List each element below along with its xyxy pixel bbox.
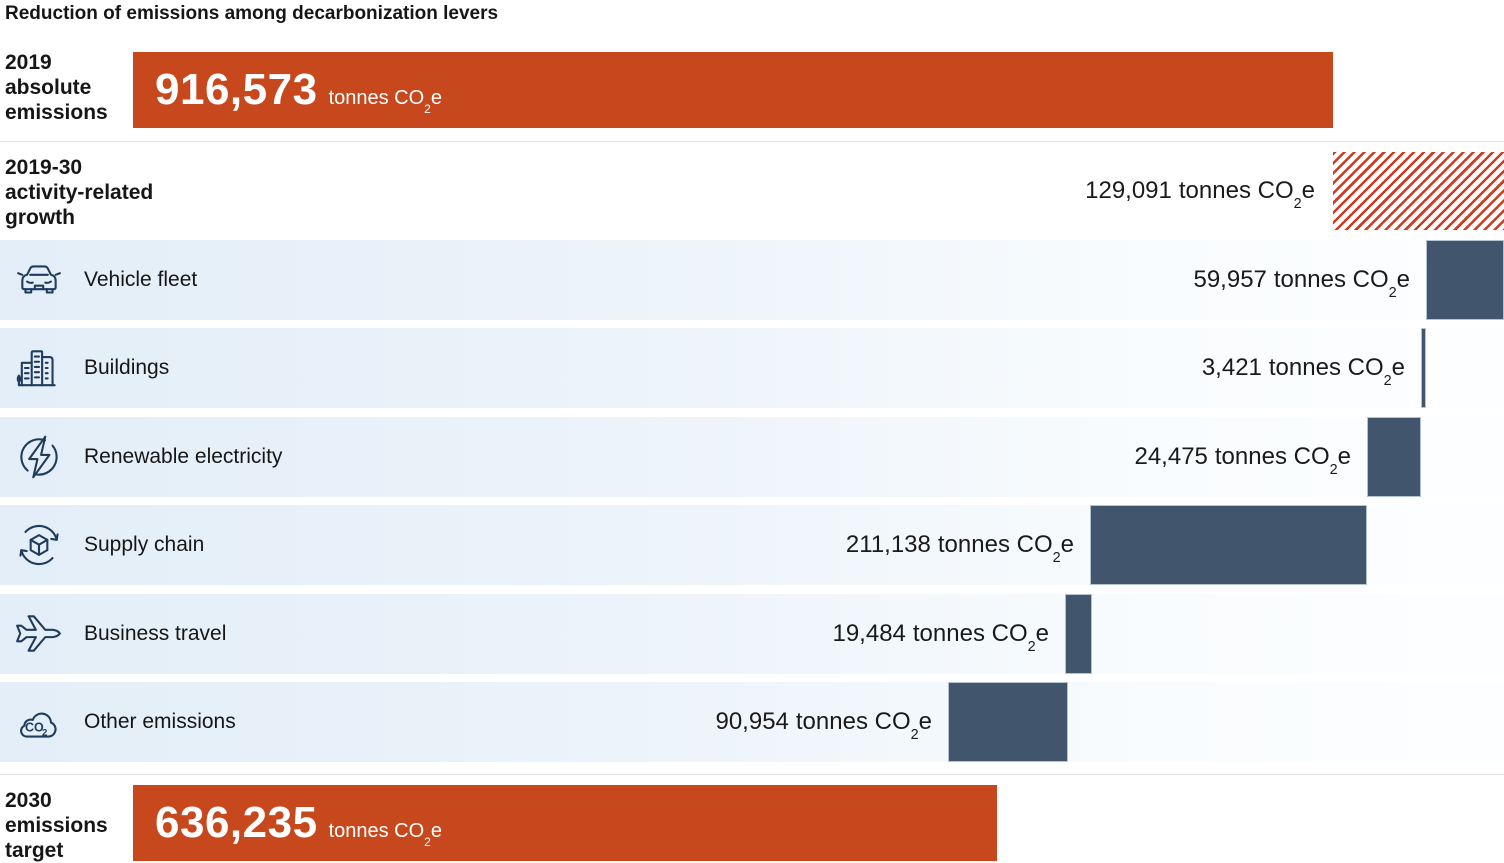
growth-row-label: 2019-30 activity-related growth (5, 155, 153, 230)
start-value: 916,573 (155, 65, 318, 115)
lever-label: Renewable electricity (84, 445, 282, 469)
lever-value: 211,138 tonnes CO2e (846, 505, 1074, 585)
co2-cloud-icon: CO 2 (14, 697, 64, 747)
chart-title: Reduction of emissions among decarboniza… (5, 3, 498, 25)
start-row-label: 2019 absolute emissions (5, 50, 108, 125)
lever-row-supply-chain: Supply chain 211,138 tonnes CO2e (0, 505, 1504, 585)
target-unit: tonnes CO2e (329, 820, 442, 843)
lever-row-business-travel: Business travel 19,484 tonnes CO2e (0, 594, 1504, 674)
vehicle-fleet-bar (1426, 240, 1504, 320)
separator-top (0, 141, 1504, 142)
separator-bottom (0, 774, 1504, 775)
svg-text:2: 2 (42, 728, 47, 738)
lever-row-buildings: Buildings 3,421 tonnes CO2e (0, 328, 1504, 408)
supply-chain-cycle-icon (14, 520, 64, 570)
supply-chain-bar (1090, 505, 1367, 585)
svg-text:CO: CO (25, 720, 44, 734)
buildings-icon (14, 343, 64, 393)
lever-label: Vehicle fleet (84, 268, 197, 292)
lever-label: Other emissions (84, 710, 236, 734)
start-unit: tonnes CO2e (329, 87, 442, 110)
lever-value: 90,954 tonnes CO2e (715, 682, 932, 762)
lever-row-vehicle-fleet: Vehicle fleet 59,957 tonnes CO2e (0, 240, 1504, 320)
growth-hatched-bar (1333, 152, 1504, 230)
start-emissions-bar: 916,573 tonnes CO2e (133, 52, 1333, 128)
airplane-icon (14, 609, 64, 659)
lever-value: 19,484 tonnes CO2e (832, 594, 1049, 674)
growth-value: 129,091 tonnes CO2e (1085, 152, 1315, 230)
renewable-electricity-bar (1367, 417, 1421, 497)
lever-value: 59,957 tonnes CO2e (1193, 240, 1410, 320)
lever-value: 24,475 tonnes CO2e (1134, 417, 1351, 497)
end-row-label: 2030 emissions target (5, 788, 108, 863)
waterfall-chart: Reduction of emissions among decarboniza… (0, 0, 1504, 863)
buildings-bar (1421, 328, 1426, 408)
lever-value: 3,421 tonnes CO2e (1202, 328, 1405, 408)
business-travel-bar (1065, 594, 1092, 674)
lever-row-renewable-electricity: Renewable electricity 24,475 tonnes CO2e (0, 417, 1504, 497)
target-value: 636,235 (155, 798, 318, 848)
lever-row-other-emissions: CO 2 Other emissions 90,954 tonnes CO2e (0, 682, 1504, 762)
lever-label: Buildings (84, 356, 169, 380)
lever-label: Business travel (84, 622, 226, 646)
car-icon (14, 255, 64, 305)
target-emissions-bar: 636,235 tonnes CO2e (133, 785, 997, 861)
lightning-bolt-icon (14, 432, 64, 482)
lever-label: Supply chain (84, 533, 204, 557)
other-emissions-bar (948, 682, 1068, 762)
